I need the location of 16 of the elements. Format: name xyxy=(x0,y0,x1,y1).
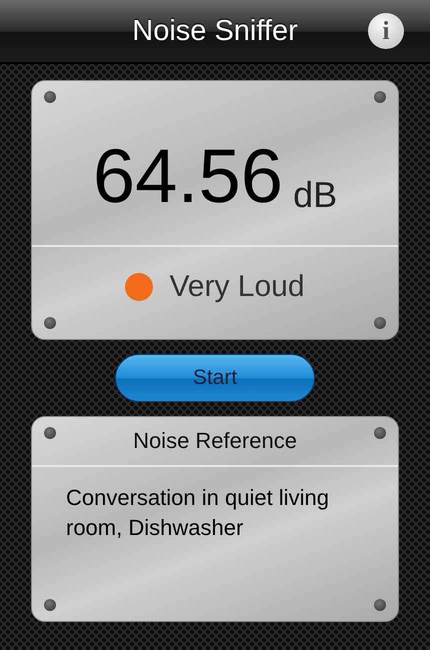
decibel-reading: 64.56 xyxy=(92,139,284,215)
reference-text: Conversation in quiet living room, Dishwasher xyxy=(66,484,330,542)
screw-icon xyxy=(44,91,56,103)
screw-icon xyxy=(44,427,56,439)
screw-icon xyxy=(44,317,56,329)
screw-icon xyxy=(374,427,386,439)
app-title: Noise Sniffer xyxy=(132,14,298,48)
info-button[interactable]: i xyxy=(368,13,404,49)
status-label: Very Loud xyxy=(169,270,305,304)
reference-heading: Noise Reference xyxy=(133,428,297,454)
start-button[interactable]: Start xyxy=(115,354,315,402)
screw-icon xyxy=(374,317,386,329)
decibel-unit: dB xyxy=(293,177,338,215)
screw-icon xyxy=(374,599,386,611)
screw-icon xyxy=(374,91,386,103)
screw-icon xyxy=(44,599,56,611)
